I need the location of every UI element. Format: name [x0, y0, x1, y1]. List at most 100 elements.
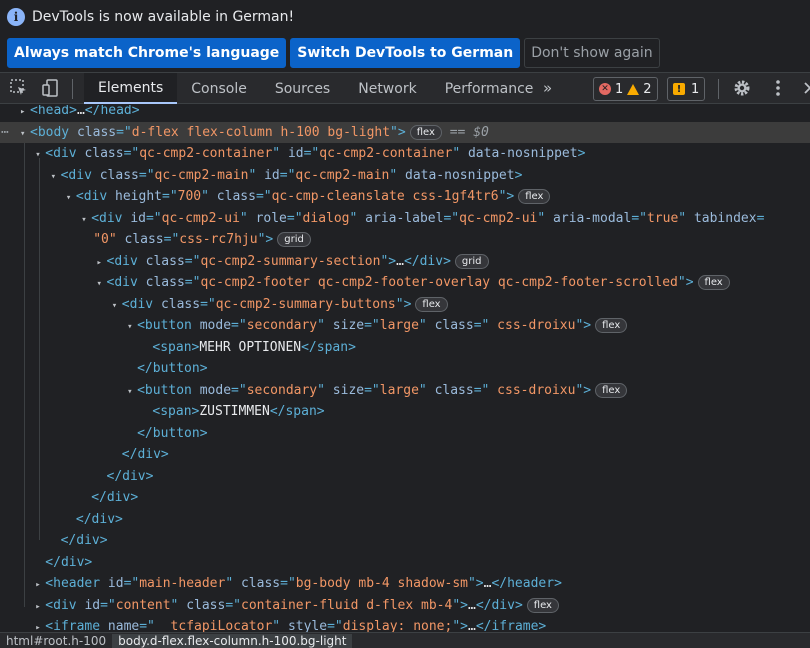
tree-node-content: ▸ <head>…</head>	[20, 105, 140, 123]
tag-syntax: <body	[30, 124, 77, 140]
tree-node[interactable]: </div>	[0, 530, 810, 551]
close-icon[interactable]	[800, 78, 810, 98]
tree-node[interactable]: </div>	[0, 552, 810, 573]
tree-node[interactable]: ▾ <div height="700" class="qc-cmp-cleansl…	[0, 186, 810, 207]
collapse-arrow-icon[interactable]: ▾	[127, 317, 137, 338]
tag-syntax: ="	[364, 382, 380, 398]
collapse-arrow-icon[interactable]: ▾	[127, 382, 137, 403]
tree-node[interactable]: </div>	[0, 487, 810, 508]
expand-arrow-icon[interactable]: ▸	[20, 105, 30, 123]
tag-syntax: "	[678, 210, 694, 226]
tag-syntax: </div>	[60, 533, 108, 548]
device-toolbar-icon[interactable]	[41, 78, 61, 98]
flex-badge[interactable]: flex	[409, 124, 442, 140]
settings-gear-icon[interactable]	[732, 78, 752, 98]
always-match-language-button[interactable]: Always match Chrome's language	[7, 38, 287, 68]
tree-node[interactable]: ▾ <div class="qc-cmp2-container" id="qc-c…	[0, 143, 810, 164]
grid-badge[interactable]: grid	[454, 253, 489, 269]
collapse-arrow-icon[interactable]: ▾	[97, 274, 107, 295]
tree-node[interactable]: ▾ <div id="qc-cmp2-ui" role="dialog" aria…	[0, 208, 810, 229]
tab-network[interactable]: Network	[344, 73, 430, 104]
dom-tree[interactable]: ▸ <head>…</head> ⋯ ▾ <body class="d-flex fle…	[0, 105, 810, 632]
tree-node[interactable]: ▾ <button mode="secondary" size="large" c…	[0, 380, 810, 401]
tree-node-content: ▾ <div class="qc-cmp2-footer qc-cmp2-foot…	[97, 272, 730, 295]
expand-arrow-icon[interactable]: ▸	[35, 618, 45, 632]
expand-arrow-icon[interactable]: ▸	[35, 597, 45, 618]
tag-syntax: ="	[116, 124, 132, 140]
tree-node-content: ▾ <div class="qc-cmp2-container" id="qc-c…	[35, 143, 585, 166]
attribute-value: "0"	[93, 232, 125, 247]
flex-badge[interactable]: flex	[595, 382, 628, 398]
tree-node[interactable]: ▾ <div class="qc-cmp2-summary-buttons"> fl…	[0, 294, 810, 315]
devtools-tabbar: Elements Console Sources Network Perform…	[0, 72, 810, 104]
attribute-value: qc-cmp-cleanslate css-1gf4tr6	[271, 189, 499, 204]
collapse-arrow-icon[interactable]: ▾	[66, 188, 76, 209]
more-tabs-icon[interactable]: »	[543, 79, 552, 97]
tag-syntax: <span>	[152, 404, 200, 419]
tab-performance[interactable]: Performance	[431, 73, 548, 104]
tree-node[interactable]: </button>	[0, 358, 810, 379]
tag-syntax: "	[389, 167, 405, 183]
tag-syntax: </button>	[137, 425, 208, 441]
collapse-arrow-icon[interactable]: ▾	[81, 210, 91, 231]
tag-syntax: "	[225, 576, 241, 591]
tree-node[interactable]: ▸ <div class="qc-cmp2-summary-section">…<…	[0, 251, 810, 272]
switch-to-german-button[interactable]: Switch DevTools to German	[290, 38, 521, 68]
tree-node[interactable]: "0" class="css-rc7hju"> grid	[0, 229, 810, 250]
dont-show-again-button[interactable]: Don't show again	[524, 38, 660, 68]
tree-node[interactable]: ▾ <div class="qc-cmp2-main" id="qc-cmp2-m…	[0, 165, 810, 186]
tag-syntax: <iframe	[45, 619, 108, 632]
collapse-arrow-icon[interactable]: ▾	[20, 124, 30, 145]
collapse-arrow-icon[interactable]: ▾	[112, 296, 122, 317]
more-options-icon[interactable]	[768, 78, 788, 98]
attribute-name: class	[240, 576, 281, 591]
tree-node[interactable]: ▸ <div id="content" class="container-flui…	[0, 595, 810, 616]
tree-node[interactable]: ▸ <header id="main-header" class="bg-body…	[0, 573, 810, 594]
expand-arrow-icon[interactable]: ▸	[35, 575, 45, 596]
tree-node[interactable]: </div>	[0, 509, 810, 530]
tag-syntax: ">	[467, 576, 484, 591]
attribute-value: css-rc7hju	[179, 232, 258, 247]
tree-node-content: "0" class="css-rc7hju"> grid	[93, 229, 311, 250]
flex-badge[interactable]: flex	[518, 189, 551, 204]
tag-syntax: ="	[473, 382, 490, 398]
flex-badge[interactable]: flex	[415, 296, 448, 312]
attribute-value: qc-cmp2-container	[139, 146, 273, 161]
collapse-arrow-icon[interactable]: ▾	[51, 167, 61, 188]
breadcrumb-body[interactable]: body.d-flex.flex-column.h-100.bg-light	[112, 633, 353, 648]
grid-badge[interactable]: grid	[277, 232, 311, 247]
tree-node[interactable]: ▸ <iframe name="__tcfapiLocator" style="d…	[0, 616, 810, 632]
tag-syntax: <header	[45, 576, 108, 591]
tag-syntax: ="	[631, 210, 647, 226]
selected-tree-node[interactable]: ⋯ ▾ <body class="d-flex flex-column h-100 …	[0, 121, 810, 145]
tree-node[interactable]: </div>	[0, 466, 810, 487]
collapse-arrow-icon[interactable]: ▾	[35, 145, 45, 166]
flex-badge[interactable]: flex	[526, 597, 559, 613]
error-warning-counter[interactable]: ✕ 1 2	[593, 77, 658, 101]
expand-arrow-icon[interactable]: ▸	[97, 253, 107, 274]
tag-syntax: ">	[575, 382, 592, 398]
tree-node[interactable]: <span>ZUSTIMMEN</span>	[0, 401, 810, 422]
tag-syntax: <div	[91, 210, 131, 226]
node-actions-icon[interactable]: ⋯	[1, 122, 9, 143]
tree-node[interactable]: ▸ <head>…</head>	[0, 105, 810, 121]
infobar-buttons: Always match Chrome's language Switch De…	[7, 38, 660, 68]
flex-badge[interactable]: flex	[697, 275, 730, 290]
tree-node[interactable]: <span>MEHR OPTIONEN</span>	[0, 337, 810, 358]
tree-node[interactable]: </button>	[0, 423, 810, 444]
tab-elements[interactable]: Elements	[84, 73, 178, 104]
attribute-name: class	[76, 124, 117, 140]
flex-badge[interactable]: flex	[595, 318, 628, 333]
tab-sources[interactable]: Sources	[261, 73, 344, 104]
attribute-name: class	[124, 232, 164, 247]
issues-counter[interactable]: ! 1	[667, 77, 706, 101]
tag-syntax: >	[514, 167, 523, 183]
tree-node[interactable]: ▾ <div class="qc-cmp2-footer qc-cmp2-foot…	[0, 272, 810, 293]
tree-node[interactable]: </div>	[0, 444, 810, 465]
inspect-element-icon[interactable]	[9, 78, 29, 98]
breadcrumb-html[interactable]: html#root.h-100	[0, 634, 112, 648]
breadcrumb: html#root.h-100 body.d-flex.flex-column.…	[0, 632, 810, 648]
tab-console[interactable]: Console	[177, 73, 261, 104]
tree-node[interactable]: ▾ <button mode="secondary" size="large" c…	[0, 315, 810, 336]
tag-syntax: ="	[138, 167, 155, 183]
